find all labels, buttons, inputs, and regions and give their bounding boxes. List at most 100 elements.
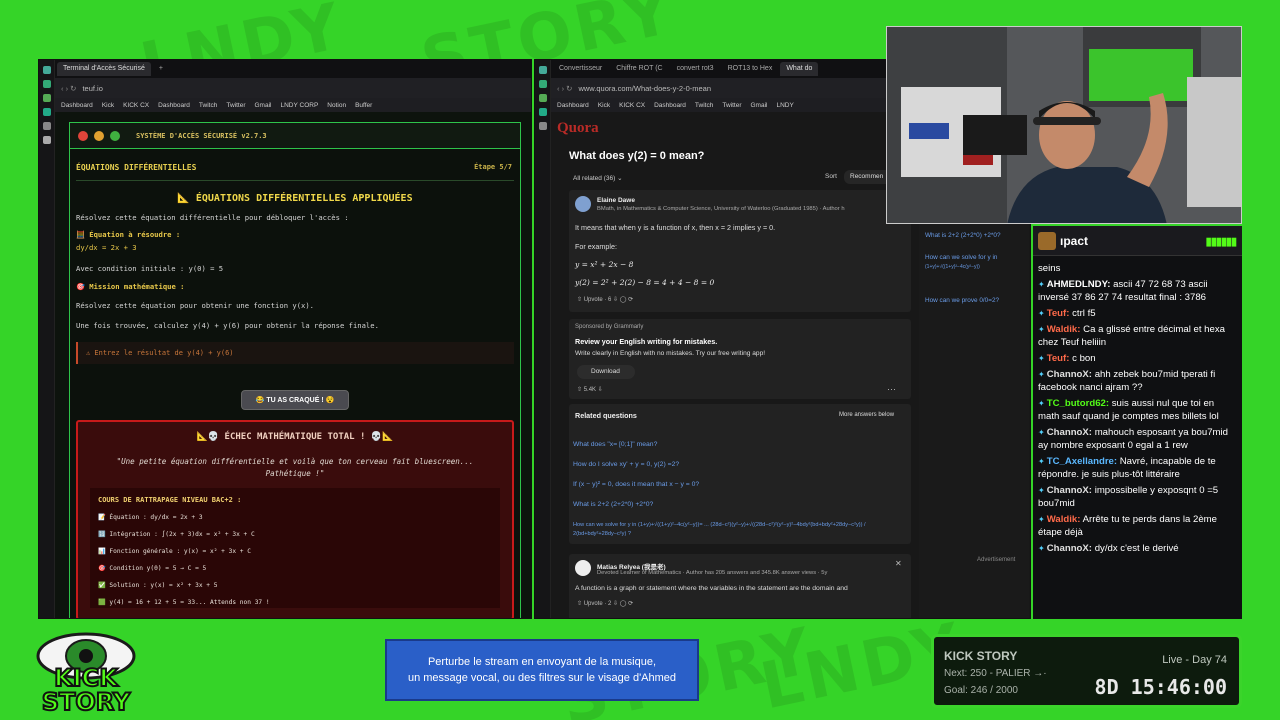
chat-username[interactable]: ChannoX: <box>1047 427 1092 438</box>
bookmark-item[interactable]: KICK CX <box>123 102 149 109</box>
bookmark-item[interactable]: Twitter <box>722 102 741 109</box>
sidebar-question-link[interactable]: What is 2+2 (2+2*0) +2*0? <box>925 232 1001 239</box>
author-name[interactable]: Elaine Dawe <box>597 197 635 204</box>
user-badge-icon: ✦ <box>1038 486 1045 495</box>
browser-tab[interactable]: convert rot3 <box>671 62 720 76</box>
app-icon[interactable] <box>42 80 51 88</box>
terminal-page: SYSTÈME D'ACCÈS SÉCURISÉ v2.7.3 ÉQUATION… <box>55 112 531 618</box>
avatar[interactable] <box>575 196 591 212</box>
bookmark-item[interactable]: Kick <box>598 102 610 109</box>
banner-line: Perturbe le stream en envoyant de la mus… <box>427 656 657 668</box>
user-badge-icon: ✦ <box>1038 428 1045 437</box>
app-icon[interactable] <box>538 66 547 74</box>
sidebar-question-link[interactable]: (1+y)+√((1+y)²−4c(y²−y)) <box>925 264 980 270</box>
vote-bar[interactable]: ⇧ Upvote · 2 ⇩ ◯ ⟳ <box>577 600 633 607</box>
bookmark-item[interactable]: Dashboard <box>557 102 589 109</box>
vote-bar[interactable]: ⇧ Upvote · 6 ⇩ ◯ ⟳ <box>577 296 633 303</box>
question-title: What does y(2) = 0 mean? <box>569 150 705 162</box>
bookmark-item[interactable]: Dashboard <box>654 102 686 109</box>
bookmark-item[interactable]: Dashboard <box>158 102 190 109</box>
sidebar-question-link[interactable]: How can we prove 0/0=2? <box>925 297 999 304</box>
answer-text: It means that when y is a function of x,… <box>575 223 776 232</box>
more-options-icon[interactable]: ··· <box>887 384 896 394</box>
terminal-frame: SYSTÈME D'ACCÈS SÉCURISÉ v2.7.3 ÉQUATION… <box>69 122 521 618</box>
app-icon[interactable] <box>538 122 547 130</box>
chat-username[interactable]: AHMEDLNDY: <box>1047 279 1111 290</box>
mission-label: 🎯 Mission mathématique : <box>76 282 185 291</box>
app-icon[interactable] <box>42 66 51 74</box>
minimize-dot-icon[interactable] <box>94 130 104 141</box>
chat-username[interactable]: Waldik: <box>1047 324 1081 335</box>
bookmark-item[interactable]: Dashboard <box>61 102 93 109</box>
tab-label: Terminal d'Accès Sécurisé <box>63 65 145 72</box>
bookmark-item[interactable]: Twitter <box>226 102 245 109</box>
chat-username[interactable]: Teuf: <box>1047 308 1070 319</box>
tab-terminal[interactable]: Terminal d'Accès Sécurisé <box>57 62 151 76</box>
bookmark-item[interactable]: Buffer <box>355 102 372 109</box>
bookmark-item[interactable]: Kick <box>102 102 114 109</box>
chat-username[interactable]: ChannoX: <box>1047 543 1092 554</box>
chat-avatar <box>1038 232 1056 250</box>
chat-username[interactable]: Teuf: <box>1047 353 1070 364</box>
chat-username[interactable]: ChannoX: <box>1047 485 1092 496</box>
chat-panel: ıpact ▮▮▮▮▮▮ seins ✦ AHMEDLNDY: ascii 47 7… <box>1033 226 1242 619</box>
chat-message: ✦ ChannoX: ahh zebek bou7mid tperati fi f… <box>1038 368 1237 394</box>
close-icon[interactable]: ✕ <box>895 559 902 568</box>
bookmark-item[interactable]: Twitch <box>695 102 713 109</box>
related-question-link[interactable]: What is 2+2 (2+2*0) +2*0? <box>573 501 653 508</box>
ad-title[interactable]: Review your English writing for mistakes… <box>575 337 717 346</box>
equation-text: dy/dx = 2x + 3 <box>76 243 137 252</box>
app-icon[interactable] <box>538 80 547 88</box>
bookmark-item[interactable]: LNDY CORP <box>280 102 318 109</box>
answer-text: A function is a graph or statement where… <box>575 585 848 592</box>
related-question-link[interactable]: How do I solve xy' + y = 0, y(2) =2? <box>573 461 679 468</box>
sort-label: Sort <box>825 173 837 180</box>
sidebar-question-link[interactable]: How can we solve for y in <box>925 254 997 261</box>
app-icon[interactable] <box>538 94 547 102</box>
browser-tab[interactable]: Convertisseur <box>553 62 608 76</box>
chat-username[interactable]: Waldik: <box>1047 514 1081 525</box>
bookmark-item[interactable]: Twitch <box>199 102 217 109</box>
chat-username[interactable]: TC_Axellandre: <box>1047 456 1117 467</box>
bookmark-item[interactable]: KICK CX <box>619 102 645 109</box>
nav-arrows-icon[interactable]: ‹ › ↻ <box>557 84 572 93</box>
more-answers-link[interactable]: More answers below <box>839 412 894 418</box>
browser-tab[interactable]: Chiffre ROT (C <box>610 62 668 76</box>
chat-username[interactable]: TC_butord62: <box>1047 398 1109 409</box>
chat-username[interactable]: ChannoX: <box>1047 369 1092 380</box>
nav-arrows-icon[interactable]: ‹ › ↻ <box>61 84 76 93</box>
related-question-link[interactable]: What does "x= [0;1]" mean? <box>573 441 657 448</box>
related-question-link[interactable]: How can we solve for y in (1+y)+√((1+y)²… <box>573 521 909 539</box>
answer-input[interactable]: ⚠ Entrez le résultat de y(4) + y(6) <box>76 342 514 364</box>
ad-body: Write clearly in English with no mistake… <box>575 350 766 357</box>
app-icon[interactable] <box>42 94 51 102</box>
download-button[interactable]: Download <box>577 365 635 379</box>
address-bar[interactable]: ‹ › ↻ teuf.io <box>55 78 531 98</box>
course-title: COURS DE RATTRAPAGE NIVEAU BAC+2 : <box>98 496 242 504</box>
next-milestone: Next: 250 - PALIER →· <box>944 668 1047 679</box>
quora-logo[interactable]: Quora <box>557 120 599 137</box>
related-question-link[interactable]: If (x − y)² = 0, does it mean that x − y… <box>573 481 699 488</box>
bookmark-item[interactable]: LNDY <box>776 102 793 109</box>
app-icon[interactable] <box>538 108 547 116</box>
kick-story-logo: KICK STORY <box>34 628 138 717</box>
cracked-button[interactable]: 😂 TU AS CRAQUÉ ! 😵 <box>241 390 349 410</box>
close-dot-icon[interactable] <box>78 130 88 141</box>
bookmark-item[interactable]: Gmail <box>255 102 272 109</box>
bookmark-item[interactable]: Notion <box>327 102 346 109</box>
browser-tab[interactable]: ROT13 to Hex <box>722 62 779 76</box>
browser-tab[interactable]: What do <box>780 62 819 76</box>
vote-bar[interactable]: ⇧ 5.4K ⇩ <box>577 386 603 393</box>
user-badge-icon: ✦ <box>1038 457 1045 466</box>
bookmark-item[interactable]: Gmail <box>751 102 768 109</box>
filter-dropdown[interactable]: All related (36) ⌄ <box>573 174 623 182</box>
maximize-dot-icon[interactable] <box>110 130 120 141</box>
new-tab-button[interactable]: + <box>153 62 169 76</box>
avatar[interactable] <box>575 560 591 576</box>
app-icon[interactable] <box>42 108 51 116</box>
chat-message: ✦ Teuf: c bon <box>1038 352 1237 365</box>
user-badge-icon: ✦ <box>1038 370 1045 379</box>
app-icon[interactable] <box>42 136 51 144</box>
app-icon[interactable] <box>42 122 51 130</box>
failure-quote: "Une petite équation différentielle et v… <box>116 457 474 478</box>
